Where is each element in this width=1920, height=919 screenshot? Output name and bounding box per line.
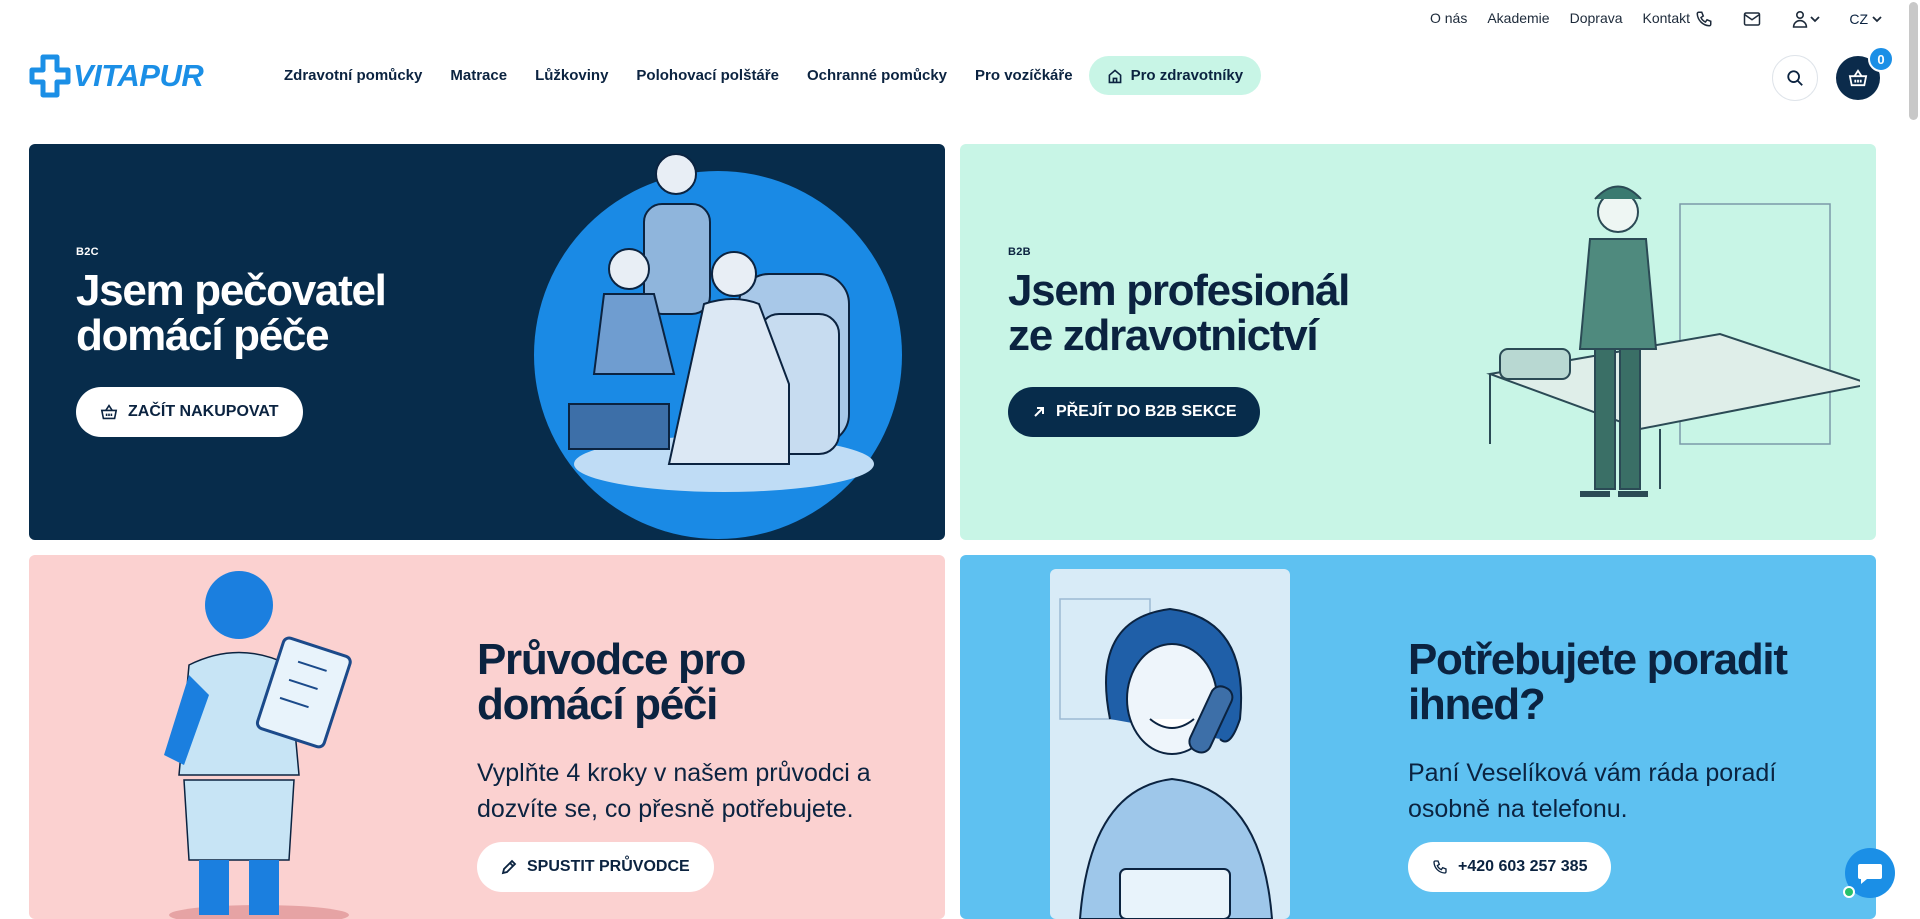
nav-item-mattresses[interactable]: Matrace (436, 56, 521, 95)
phone-icon (1433, 860, 1447, 874)
header-actions: 0 (1772, 46, 1894, 101)
card-title-line: domácí péče (76, 311, 330, 360)
card-title-line: domácí péči (477, 680, 718, 729)
woman-on-phone-illustration (1050, 569, 1290, 919)
button-label: SPUSTIT PRŮVODCE (527, 858, 690, 875)
logo-text: VITAPUR (73, 58, 204, 93)
nav-item-for-healthcare[interactable]: Pro zdravotníky (1088, 56, 1262, 95)
language-select[interactable]: CZ (1849, 11, 1882, 27)
nav-item-bedding[interactable]: Lůžkoviny (521, 56, 622, 95)
search-icon (1787, 70, 1803, 86)
top-link-shipping[interactable]: Doprava (1570, 10, 1623, 26)
call-phone-button[interactable]: +420 603 257 385 (1408, 842, 1612, 892)
start-guide-button[interactable]: SPUSTIT PRŮVODCE (477, 842, 714, 892)
card-title-line: Potřebujete poradit (1408, 635, 1788, 684)
chevron-down-icon (1872, 16, 1882, 23)
nav-item-positioning-pillows[interactable]: Polohovací polštáře (622, 56, 793, 95)
card-title-line: ihned? (1408, 680, 1546, 729)
nav-item-label: Pro zdravotníky (1130, 67, 1244, 84)
nav-item-health-aids[interactable]: Zdravotní pomůcky (270, 56, 436, 95)
b2b-section-button[interactable]: PŘEJÍT DO B2B SEKCE (1008, 387, 1261, 437)
card-description: Vyplňte 4 kroky v našem průvodci a dozví… (477, 755, 871, 827)
button-label: ZAČÍT NAKUPOVAT (128, 403, 279, 420)
main-nav: Zdravotní pomůcky Matrace Lůžkoviny Polo… (270, 56, 1262, 95)
main-header: VITAPUR Zdravotní pomůcky Matrace Lůžkov… (0, 38, 1920, 116)
arrow-up-right-icon (1034, 407, 1044, 417)
b2c-card: B2C Jsem pečovatel domácí péče ZAČÍT NAK… (29, 144, 945, 540)
phone-advice-card: Potřebujete poradit ihned? Paní Veselíko… (960, 555, 1876, 919)
cart-button[interactable]: 0 (1836, 46, 1894, 100)
card-description-line: Vyplňte 4 kroky v našem průvodci a (477, 759, 871, 787)
caregiver-family-illustration (534, 153, 902, 539)
logo-cross-icon (29, 54, 71, 98)
card-title-line: Jsem profesionál (1008, 266, 1350, 315)
home-care-guide-card: Průvodce pro domácí péči Vyplňte 4 kroky… (29, 555, 945, 919)
logo[interactable]: VITAPUR (29, 54, 204, 98)
top-icons: CZ (1693, 8, 1882, 30)
b2b-card: B2B Jsem profesionál ze zdravotnictví PŘ… (960, 144, 1876, 540)
card-title: Jsem pečovatel domácí péče (76, 266, 387, 360)
top-link-about[interactable]: O nás (1430, 10, 1467, 26)
chat-bubble-icon (1858, 864, 1882, 884)
mail-icon[interactable] (1741, 8, 1763, 30)
card-description-line: osobně na telefonu. (1408, 795, 1628, 823)
card-title: Potřebujete poradit ihned? (1408, 635, 1788, 729)
online-status-dot (1843, 886, 1855, 898)
card-title: Jsem profesionál ze zdravotnictví (1008, 266, 1350, 360)
card-title-line: Jsem pečovatel (76, 266, 387, 315)
nurse-hospital-bed-illustration (1486, 185, 1860, 497)
card-eyebrow: B2C (76, 246, 99, 258)
search-button[interactable] (1772, 55, 1818, 101)
button-label: PŘEJÍT DO B2B SEKCE (1056, 403, 1237, 420)
scrollbar[interactable] (1909, 2, 1918, 120)
pencil-icon (501, 859, 517, 875)
card-title-line: Průvodce pro (477, 635, 746, 684)
home-icon (1108, 68, 1121, 83)
card-description-line: Paní Veselíková vám ráda poradí (1408, 759, 1777, 787)
basket-icon (1848, 69, 1868, 87)
phone-icon[interactable] (1693, 8, 1715, 30)
cart-count-badge: 0 (1868, 46, 1894, 72)
top-link-contact[interactable]: Kontakt (1643, 10, 1690, 26)
nav-item-wheelchair-users[interactable]: Pro vozíčkáře (961, 56, 1087, 95)
button-label: +420 603 257 385 (1458, 858, 1588, 875)
language-label: CZ (1849, 11, 1868, 27)
user-icon (1793, 11, 1808, 28)
person-clipboard-illustration (164, 571, 352, 919)
card-description: Paní Veselíková vám ráda poradí osobně n… (1408, 755, 1776, 827)
top-links: O nás Akademie Doprava Kontakt (1430, 10, 1690, 26)
card-title: Průvodce pro domácí péči (477, 635, 746, 729)
nav-item-protective-aids[interactable]: Ochranné pomůcky (793, 56, 961, 95)
card-description-line: dozvíte se, co přesně potřebujete. (477, 795, 854, 823)
chevron-down-icon (1810, 16, 1820, 23)
card-eyebrow: B2B (1008, 246, 1031, 258)
start-shopping-button[interactable]: ZAČÍT NAKUPOVAT (76, 387, 303, 437)
top-bar: O nás Akademie Doprava Kontakt CZ (0, 0, 1920, 38)
user-menu[interactable] (1789, 8, 1823, 30)
basket-icon (100, 404, 118, 420)
top-link-academy[interactable]: Akademie (1487, 10, 1549, 26)
card-title-line: ze zdravotnictví (1008, 311, 1319, 360)
